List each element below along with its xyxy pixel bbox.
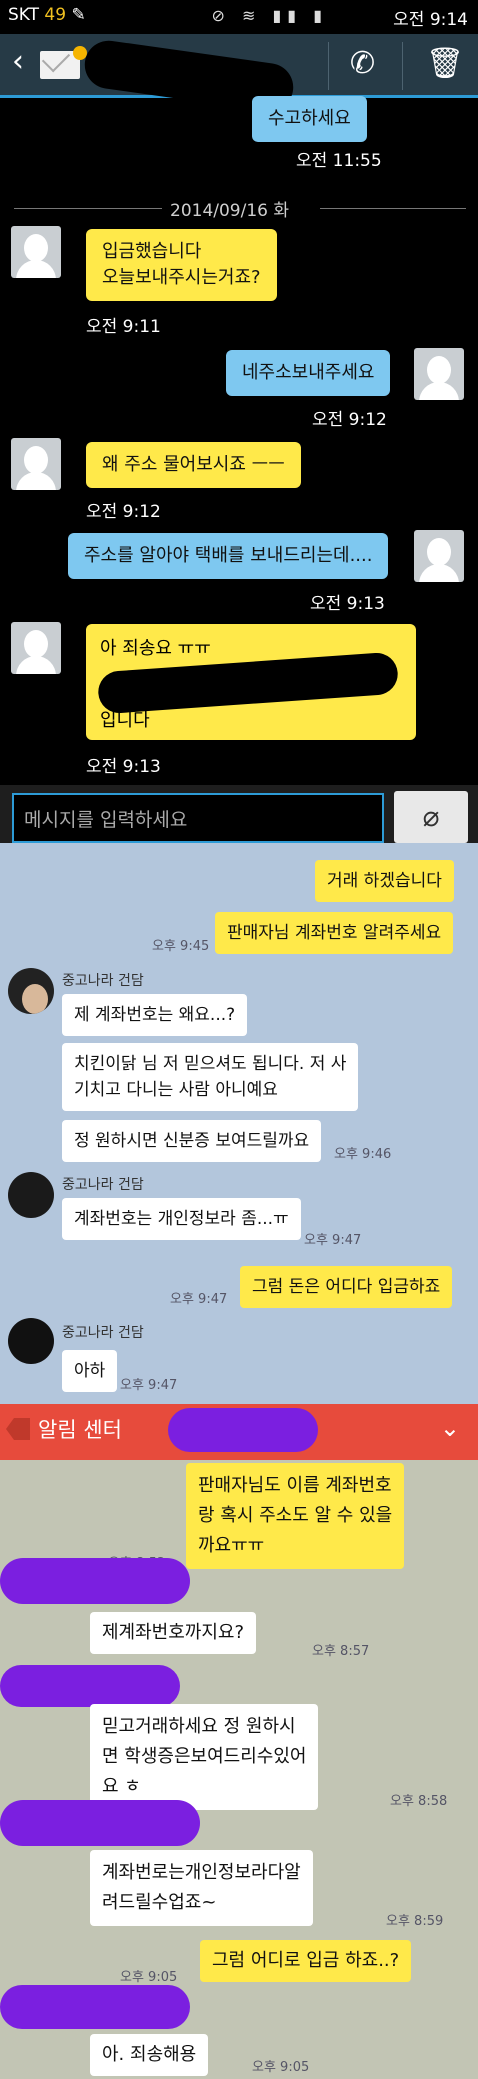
contact-avatar[interactable] [11,226,61,278]
sender-name: 중고나라 건담 [62,1177,144,1193]
clock: 오전 9:14 [393,10,468,30]
message-bubble-outgoing: 수고하세요 [252,96,367,142]
message-bubble-incoming: 아 죄송요 ㅠㅠ 입니다 [86,624,416,740]
redacted-sender [0,1558,190,1604]
redacted-sender [0,1665,180,1707]
sender-name: 중고나라 건담 [62,1325,144,1341]
message-bubble-incoming: 계좌번로는개인정보라다알 려드릴수업죠~ [90,1850,313,1926]
message-time: 오후 8:58 [390,1794,448,1809]
message-time: 오전 11:55 [296,151,382,171]
message-time: 오후 9:47 [304,1233,362,1248]
message-bubble-incoming: 정 원하시면 신분증 보여드릴까요 [62,1120,322,1162]
battery-level: 49 [44,5,67,25]
sms-conversation: SKT 49 ✎ ⊘ ≋ ▮▮ ▮ 오전 9:14 ‹ ✆ 🗑 수고하세요 오전… [0,0,478,785]
sender-name: 중고나라 건담 [62,973,144,989]
message-time: 오전 9:12 [86,502,161,522]
message-bubble-incoming: 계좌번호는 개인정보라 좀...ㅠ [62,1198,301,1240]
message-bubble-incoming: 제 계좌번호는 왜요...? [62,994,248,1036]
redacted-sender [0,1800,200,1846]
chevron-down-icon[interactable]: ⌄ [440,1414,460,1442]
avatar[interactable] [8,968,54,1014]
message-bubble-outgoing: 판매자님 계좌번호 알려주세요 [215,912,454,954]
redacted-sender [0,1985,190,2029]
message-bubble-outgoing: 그럼 돈은 어디다 입금하죠 [240,1266,453,1308]
message-bubble-outgoing: 주소를 알아야 택배를 보내드리는데.... [68,533,389,579]
my-avatar [414,530,464,582]
contact-avatar[interactable] [11,622,61,674]
signal-icons: ⊘ ≋ ▮▮ ▮ [211,6,328,25]
avatar[interactable] [8,1172,54,1218]
message-bubble-incoming: 믿고거래하세요 정 원하시 면 학생증은보여드리수있어 요 ㅎ [90,1704,319,1810]
trash-icon[interactable]: 🗑 [426,46,464,81]
message-time: 오전 9:12 [312,410,387,430]
message-bubble-outgoing: 네주소보내주세요 [226,350,391,396]
contact-avatar[interactable] [11,438,61,490]
status-bar: SKT 49 ✎ ⊘ ≋ ▮▮ ▮ 오전 9:14 [0,0,478,34]
message-bubble-outgoing: 거래 하겠습니다 [315,860,454,902]
message-bubble-incoming: 아하 [62,1350,118,1392]
message-bubble-outgoing: 그럼 어디로 입금 하죠..? [200,1940,412,1982]
message-time: 오후 9:47 [170,1292,228,1307]
message-time: 오후 9:05 [120,1970,178,1985]
my-avatar [414,348,464,400]
phone-icon[interactable]: ✆ [350,46,375,81]
message-time: 오전 9:11 [86,317,161,337]
message-bubble-incoming: 치킨이닭 님 저 믿으셔도 됩니다. 저 사 기치고 다니는 사람 아니예요 [62,1043,359,1111]
message-time: 오후 8:59 [386,1914,444,1929]
message-bubble-outgoing: 판매자님도 이름 계좌번호 랑 혹시 주소도 알 수 있을 까요ㅠㅠ [186,1463,405,1569]
divider [328,42,329,90]
back-icon[interactable]: ‹ [12,44,24,79]
back-arrow-icon[interactable] [6,1416,30,1442]
date-separator: 2014/09/16 화 [0,196,478,221]
carrier-label: SKT 49 ✎ [8,5,86,25]
alarm-center-label: 알림 센터 [38,1418,122,1442]
message-time: 오전 9:13 [310,594,385,614]
avatar[interactable] [8,1318,54,1364]
pencil-icon: ✎ [71,5,86,25]
message-time: 오후 9:47 [120,1378,178,1393]
message-input[interactable]: 메시지를 입력하세요 [12,793,384,843]
attach-icon[interactable]: ⌀ [394,791,468,843]
message-bubble-incoming: 입금했습니다 오늘보내주시는거죠? [86,229,277,301]
redacted-address [96,651,400,715]
sms-header: ‹ ✆ 🗑 [0,34,478,115]
divider [402,42,403,90]
message-bubble-incoming: 제계좌번호까지요? [90,1612,257,1654]
message-bubble-incoming: 아. 죄송해용 [90,2034,209,2076]
message-time: 오후 8:57 [312,1644,370,1659]
message-time: 오후 9:45 [152,939,210,954]
message-bubble-incoming: 왜 주소 물어보시죠 ㅡㅡ [86,442,301,488]
message-time: 오후 9:05 [252,2060,310,2075]
message-time: 오전 9:13 [86,757,161,777]
message-time: 오후 9:46 [334,1147,392,1162]
redacted-name [168,1408,318,1452]
